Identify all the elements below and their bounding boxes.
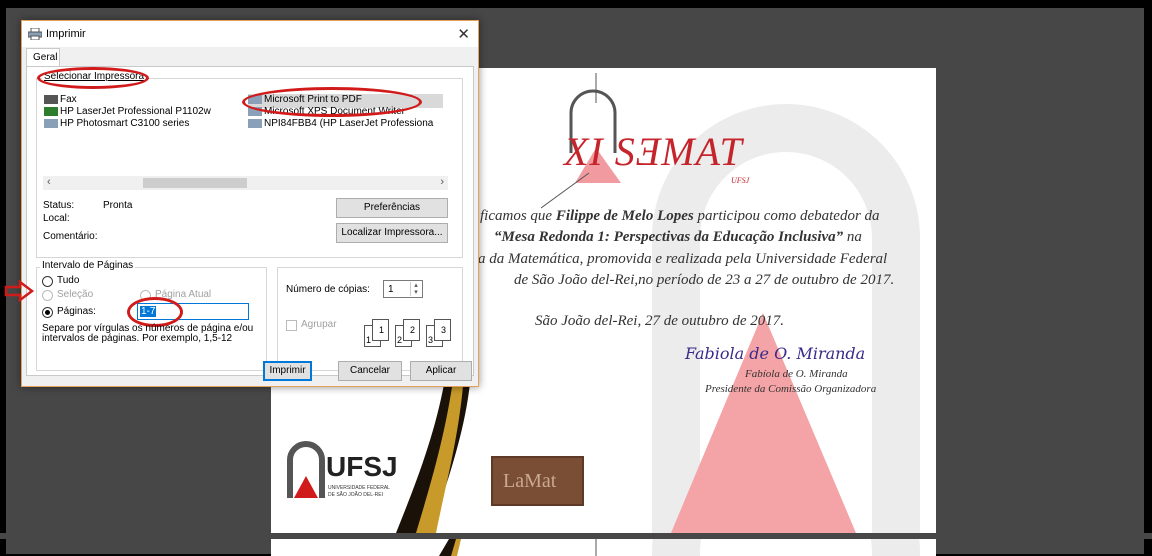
collate-label: Agrupar [301, 319, 337, 330]
certificate-page-2 [271, 539, 936, 556]
printer-item-hp-photosmart[interactable]: HP Photosmart C3100 series [44, 118, 189, 129]
fax-icon [44, 95, 58, 104]
signature: Fabiola de O. Miranda [685, 344, 866, 363]
printer-item-label: NPI84FBB4 (HP LaserJet Professiona [264, 118, 434, 129]
dialog-title: Imprimir [46, 28, 86, 40]
comment-label: Comentário: [43, 231, 98, 242]
printer-item-label: HP LaserJet Professional P1102w [60, 106, 211, 117]
title-bar: Imprimir ✕ [22, 21, 478, 47]
collate-page-icon: 3 [434, 319, 451, 341]
collate-page-icon: 1 [372, 319, 389, 341]
printer-icon [28, 28, 42, 40]
printer-item-label: HP Photosmart C3100 series [60, 118, 190, 129]
printer-item-npi[interactable]: NPI84FBB4 (HP LaserJet Professiona [248, 118, 433, 129]
status-value: Pronta [103, 200, 133, 211]
stepper-icon[interactable]: ▴ ▾ [410, 282, 421, 296]
tab-panel: Selecionar Impressora Fax HP LaserJet Pr… [26, 66, 474, 376]
copies-value: 1 [388, 284, 394, 295]
scroll-right-icon[interactable]: › [440, 176, 444, 188]
page-range-label: Intervalo de Páginas [40, 260, 136, 271]
ufsj-logo-sub-1: UNIVERSIDADE FEDERAL [328, 485, 390, 491]
radio-all[interactable] [42, 276, 53, 287]
page-2-decor [439, 539, 920, 556]
annotation-arrow-icon [4, 280, 34, 302]
printer-icon [248, 119, 262, 128]
printer-item-label: Fax [60, 94, 77, 105]
pages-hint-line-2: intervalos de páginas. Por exemplo, 1,5-… [42, 333, 233, 344]
radio-all-label: Tudo [57, 275, 80, 286]
certificate-line-1: ficamos que Filippe de Melo Lopes partic… [480, 208, 880, 224]
radio-selection[interactable] [42, 290, 53, 301]
annotation-circle-select-printer [37, 67, 149, 89]
printer-icon [44, 119, 58, 128]
scrollbar-thumb[interactable] [143, 178, 247, 188]
ufsj-logo-text: UFSJ [326, 451, 398, 482]
close-icon[interactable]: ✕ [457, 25, 470, 43]
event-logo-subtext: UFSJ [731, 176, 750, 185]
print-button[interactable]: Imprimir [263, 361, 312, 381]
scroll-left-icon[interactable]: ‹ [47, 176, 51, 188]
certificate-line-3: a da Matemática, promovida e realizada p… [478, 251, 888, 267]
certificate-line-2: “Mesa Redonda 1: Perspectivas da Educaçã… [494, 229, 862, 245]
ufsj-logo-sub-2: DE SÃO JOÃO DEL-REI [328, 492, 384, 498]
certificate-line-4: de São João del-Rei,no período de 23 a 2… [514, 272, 895, 288]
printer-item-fax[interactable]: Fax [44, 94, 77, 105]
print-dialog: Imprimir ✕ Geral Selecionar Impressora F… [21, 20, 479, 387]
radio-pages-label: Páginas: [57, 306, 96, 317]
ufsj-emblem [287, 441, 325, 498]
collate-page-icon: 2 [403, 319, 420, 341]
certificate-date: São João del-Rei, 27 de outubro de 2017. [535, 313, 784, 329]
printer-item-hp-laserjet[interactable]: HP LaserJet Professional P1102w [44, 106, 211, 117]
network-printer-icon [44, 107, 58, 116]
preferences-button[interactable]: Preferências [336, 198, 448, 218]
tab-geral[interactable]: Geral [26, 48, 60, 66]
printer-list-scrollbar[interactable]: ‹ › [43, 176, 448, 190]
event-logo-text: XI SƎMAT [564, 129, 743, 174]
collate-checkbox[interactable] [286, 320, 297, 331]
copies-stepper[interactable]: 1 ▴ ▾ [383, 280, 423, 298]
signer-name: Fabíola de O. Miranda [745, 368, 848, 380]
status-label: Status: [43, 200, 75, 211]
annotation-circle-pdf-printer [242, 87, 422, 117]
ufsj-logo: UFSJ UNIVERSIDADE FEDERAL DE SÃO JOÃO DE… [286, 433, 406, 513]
lamat-logo: LaMat [491, 456, 584, 506]
local-label: Local: [43, 213, 70, 224]
radio-selection-label: Seleção [57, 289, 94, 300]
find-printer-button[interactable]: Localizar Impressora... [336, 223, 448, 243]
lamat-logo-text: LaMat [503, 470, 557, 492]
radio-pages[interactable] [42, 307, 53, 318]
signer-role: Presidente da Comissão Organizadora [705, 383, 877, 395]
dialog-client: Geral Selecionar Impressora Fax HP Laser… [22, 47, 478, 386]
copies-label: Número de cópias: [286, 284, 370, 295]
apply-button[interactable]: Aplicar [410, 361, 472, 381]
cancel-button[interactable]: Cancelar [338, 361, 402, 381]
